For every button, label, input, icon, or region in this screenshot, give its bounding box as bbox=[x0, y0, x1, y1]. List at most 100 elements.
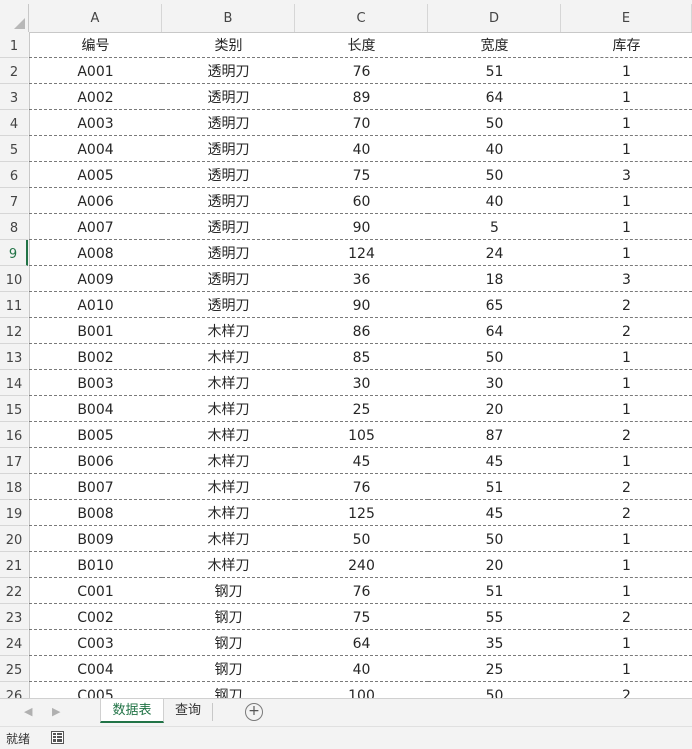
cell-e23[interactable]: 2 bbox=[561, 604, 692, 630]
row-header[interactable]: 3 bbox=[0, 84, 28, 110]
row-header[interactable]: 8 bbox=[0, 214, 28, 240]
cell-e20[interactable]: 1 bbox=[561, 526, 692, 552]
cell-a16[interactable]: B005 bbox=[29, 422, 162, 448]
row-header[interactable]: 25 bbox=[0, 656, 28, 682]
cell-e5[interactable]: 1 bbox=[561, 136, 692, 162]
row-header[interactable]: 24 bbox=[0, 630, 28, 656]
column-header-d[interactable]: D bbox=[428, 4, 561, 32]
cell-e6[interactable]: 3 bbox=[561, 162, 692, 188]
row-header[interactable]: 13 bbox=[0, 344, 28, 370]
prev-sheet-icon[interactable]: ◀ bbox=[24, 705, 32, 718]
column-header-c[interactable]: C bbox=[295, 4, 428, 32]
cell-c10[interactable]: 36 bbox=[295, 266, 428, 292]
macro-record-icon[interactable] bbox=[51, 731, 64, 744]
row-header[interactable]: 20 bbox=[0, 526, 28, 552]
cell-d23[interactable]: 55 bbox=[428, 604, 561, 630]
cell-e26[interactable]: 2 bbox=[561, 682, 692, 698]
cell-d6[interactable]: 50 bbox=[428, 162, 561, 188]
row-header[interactable]: 17 bbox=[0, 448, 28, 474]
add-sheet-icon[interactable]: + bbox=[245, 703, 263, 721]
cell-d3[interactable]: 64 bbox=[428, 84, 561, 110]
cell-e9[interactable]: 1 bbox=[561, 240, 692, 266]
cell-d2[interactable]: 51 bbox=[428, 58, 561, 84]
cell-c18[interactable]: 76 bbox=[295, 474, 428, 500]
row-header[interactable]: 15 bbox=[0, 396, 28, 422]
cell-d13[interactable]: 50 bbox=[428, 344, 561, 370]
cell-a17[interactable]: B006 bbox=[29, 448, 162, 474]
cell-c16[interactable]: 105 bbox=[295, 422, 428, 448]
cell-b21[interactable]: 木样刀 bbox=[162, 552, 295, 578]
cell-c6[interactable]: 75 bbox=[295, 162, 428, 188]
cell-c12[interactable]: 86 bbox=[295, 318, 428, 344]
cell-c5[interactable]: 40 bbox=[295, 136, 428, 162]
cell-b9[interactable]: 透明刀 bbox=[162, 240, 295, 266]
cell-e11[interactable]: 2 bbox=[561, 292, 692, 318]
cell-d24[interactable]: 35 bbox=[428, 630, 561, 656]
cell-d12[interactable]: 64 bbox=[428, 318, 561, 344]
cell-c25[interactable]: 40 bbox=[295, 656, 428, 682]
cell-d20[interactable]: 50 bbox=[428, 526, 561, 552]
cell-b26[interactable]: 钢刀 bbox=[162, 682, 295, 698]
cell-e21[interactable]: 1 bbox=[561, 552, 692, 578]
cell-e25[interactable]: 1 bbox=[561, 656, 692, 682]
cell-a19[interactable]: B008 bbox=[29, 500, 162, 526]
cell-c19[interactable]: 125 bbox=[295, 500, 428, 526]
cell-a3[interactable]: A002 bbox=[29, 84, 162, 110]
row-header[interactable]: 4 bbox=[0, 110, 28, 136]
cell-c24[interactable]: 64 bbox=[295, 630, 428, 656]
cell-e13[interactable]: 1 bbox=[561, 344, 692, 370]
cell-c20[interactable]: 50 bbox=[295, 526, 428, 552]
row-header[interactable]: 18 bbox=[0, 474, 28, 500]
cell-d11[interactable]: 65 bbox=[428, 292, 561, 318]
cell-a6[interactable]: A005 bbox=[29, 162, 162, 188]
cell-b1[interactable]: 类别 bbox=[162, 32, 295, 58]
row-header[interactable]: 12 bbox=[0, 318, 28, 344]
cell-c23[interactable]: 75 bbox=[295, 604, 428, 630]
cell-b6[interactable]: 透明刀 bbox=[162, 162, 295, 188]
select-all-button[interactable] bbox=[0, 4, 29, 32]
cell-e8[interactable]: 1 bbox=[561, 214, 692, 240]
cell-a9[interactable]: A008 bbox=[29, 240, 162, 266]
cell-a18[interactable]: B007 bbox=[29, 474, 162, 500]
cell-a14[interactable]: B003 bbox=[29, 370, 162, 396]
row-header[interactable]: 19 bbox=[0, 500, 28, 526]
cell-c11[interactable]: 90 bbox=[295, 292, 428, 318]
row-header[interactable]: 23 bbox=[0, 604, 28, 630]
cell-c3[interactable]: 89 bbox=[295, 84, 428, 110]
column-header-b[interactable]: B bbox=[162, 4, 295, 32]
cell-d22[interactable]: 51 bbox=[428, 578, 561, 604]
cell-b17[interactable]: 木样刀 bbox=[162, 448, 295, 474]
cell-a20[interactable]: B009 bbox=[29, 526, 162, 552]
cell-c8[interactable]: 90 bbox=[295, 214, 428, 240]
cell-b7[interactable]: 透明刀 bbox=[162, 188, 295, 214]
tab-data-sheet[interactable]: 数据表 bbox=[100, 699, 164, 723]
cell-b24[interactable]: 钢刀 bbox=[162, 630, 295, 656]
cell-b13[interactable]: 木样刀 bbox=[162, 344, 295, 370]
cell-a8[interactable]: A007 bbox=[29, 214, 162, 240]
next-sheet-icon[interactable]: ▶ bbox=[52, 705, 60, 718]
row-header[interactable]: 10 bbox=[0, 266, 28, 292]
cell-a24[interactable]: C003 bbox=[29, 630, 162, 656]
cell-e16[interactable]: 2 bbox=[561, 422, 692, 448]
cell-e12[interactable]: 2 bbox=[561, 318, 692, 344]
cell-d15[interactable]: 20 bbox=[428, 396, 561, 422]
cell-d14[interactable]: 30 bbox=[428, 370, 561, 396]
cell-d25[interactable]: 25 bbox=[428, 656, 561, 682]
cell-c26[interactable]: 100 bbox=[295, 682, 428, 698]
cell-b22[interactable]: 钢刀 bbox=[162, 578, 295, 604]
cell-a23[interactable]: C002 bbox=[29, 604, 162, 630]
cell-d7[interactable]: 40 bbox=[428, 188, 561, 214]
cell-d9[interactable]: 24 bbox=[428, 240, 561, 266]
cell-c7[interactable]: 60 bbox=[295, 188, 428, 214]
cell-d16[interactable]: 87 bbox=[428, 422, 561, 448]
row-header[interactable]: 1 bbox=[0, 32, 28, 58]
row-header[interactable]: 22 bbox=[0, 578, 28, 604]
cell-d26[interactable]: 50 bbox=[428, 682, 561, 698]
cell-b15[interactable]: 木样刀 bbox=[162, 396, 295, 422]
cell-e14[interactable]: 1 bbox=[561, 370, 692, 396]
row-header[interactable]: 26 bbox=[0, 682, 28, 698]
cell-a11[interactable]: A010 bbox=[29, 292, 162, 318]
cell-e24[interactable]: 1 bbox=[561, 630, 692, 656]
cell-a26[interactable]: C005 bbox=[29, 682, 162, 698]
cell-d10[interactable]: 18 bbox=[428, 266, 561, 292]
